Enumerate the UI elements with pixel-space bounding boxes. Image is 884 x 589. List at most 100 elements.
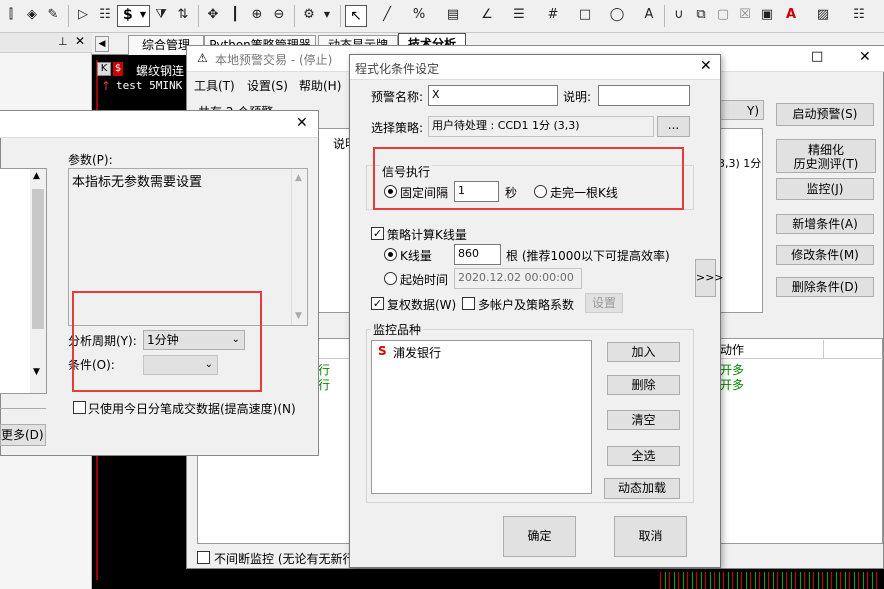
monitor-button[interactable]: 监控(J): [776, 178, 874, 200]
start-alert-button[interactable]: 启动预警(S): [776, 103, 874, 126]
vertical-bar-icon[interactable]: ┃: [226, 5, 244, 25]
lock-icon[interactable]: ▣: [758, 5, 776, 25]
gear-icon[interactable]: ⚙: [300, 5, 318, 25]
move-icon[interactable]: ✥: [204, 5, 222, 25]
chevron-down-icon[interactable]: ▼: [318, 5, 336, 25]
adjust-checkbox[interactable]: ✓: [371, 297, 384, 310]
kline-count-radio[interactable]: [384, 248, 397, 261]
menu-settings[interactable]: 设置(S): [247, 77, 288, 94]
close-icon[interactable]: ✕: [75, 34, 85, 48]
indicator-list[interactable]: ▲ ▼: [0, 168, 47, 394]
more-button[interactable]: 更多(D): [0, 424, 46, 446]
strategy-input[interactable]: 用户待处理 : CCD1 1分 (3,3): [428, 116, 654, 137]
start-time-radio[interactable]: [384, 272, 397, 285]
chart-bars-icon[interactable]: ⫿: [2, 5, 20, 25]
alert-icon[interactable]: ◈: [23, 5, 41, 25]
arrow-up-icon: ↑: [101, 79, 112, 93]
select-all-button[interactable]: 全选: [607, 446, 680, 466]
desc-input[interactable]: [598, 85, 690, 106]
calc-kline-checkbox[interactable]: ✓: [371, 227, 384, 240]
close-icon[interactable]: ✕: [859, 49, 871, 65]
kline-hint: 根 (推荐1000以下可提高效率): [506, 249, 670, 263]
filter-icon[interactable]: ⧩: [152, 5, 170, 25]
close-icon[interactable]: ✕: [700, 58, 712, 74]
chevron-down-icon[interactable]: ▼: [33, 367, 40, 377]
magnet-icon[interactable]: ∪: [670, 5, 688, 25]
toolbar-separator: [294, 5, 295, 27]
kline-count-input[interactable]: 860: [454, 244, 501, 265]
line-icon[interactable]: ╱: [378, 5, 396, 25]
browse-strategy-button[interactable]: ...: [657, 116, 690, 137]
scrollbar[interactable]: ▲ ▼: [30, 169, 46, 393]
delete-condition-button[interactable]: 删除条件(D): [776, 277, 874, 297]
play-icon[interactable]: ▷: [74, 5, 92, 25]
zoom-in-icon[interactable]: ⊕: [248, 5, 266, 25]
add-condition-button[interactable]: 新增条件(A): [776, 214, 874, 234]
tab-label: 综合管理: [141, 38, 190, 52]
chart-subtitle: test 5MINK: [116, 79, 183, 92]
rect-icon[interactable]: □: [576, 5, 594, 25]
settings-button[interactable]: 设置: [585, 293, 623, 313]
ok-button[interactable]: 确定: [503, 516, 576, 557]
tab-scroll-left-icon[interactable]: ◀: [95, 36, 109, 52]
maximize-icon[interactable]: □: [811, 49, 823, 64]
dynamic-load-button[interactable]: 动态加载: [604, 478, 680, 499]
chevron-down-icon[interactable]: ▼: [295, 311, 302, 321]
history-eval-button[interactable]: 精细化 历史测评(T): [776, 139, 876, 173]
dollar-icon: $: [123, 7, 133, 23]
chevron-up-icon[interactable]: ▲: [295, 173, 302, 183]
dollar-dropdown[interactable]: $ ▼: [117, 5, 150, 27]
copy-icon[interactable]: ⧉: [692, 5, 710, 25]
menu-help[interactable]: 帮助(H): [299, 77, 341, 94]
toolbar-separator: [340, 5, 341, 27]
menu-tools[interactable]: 工具(T): [194, 77, 235, 94]
clear-button[interactable]: 清空: [607, 410, 680, 430]
add-button[interactable]: 加入: [607, 342, 680, 362]
text-icon[interactable]: A: [640, 5, 658, 25]
percent-icon[interactable]: %: [410, 5, 428, 25]
doc-icon[interactable]: ☷: [96, 5, 114, 25]
monitor-group-label: 监控品种: [371, 321, 424, 338]
circle-icon[interactable]: ◯: [608, 5, 626, 25]
highlight-box-left: [72, 291, 262, 392]
zoom-out-icon[interactable]: ⊖: [270, 5, 288, 25]
font-color-icon[interactable]: A: [782, 5, 800, 25]
table-row-left: 行: [318, 378, 331, 392]
scrollbar[interactable]: ▲ ▼: [291, 169, 307, 325]
chevron-up-icon[interactable]: ▲: [33, 171, 40, 181]
grid-icon[interactable]: ▤: [444, 5, 462, 25]
close-icon[interactable]: ✕: [296, 115, 308, 131]
multi-account-checkbox[interactable]: [462, 297, 475, 310]
delete-button[interactable]: 删除: [607, 375, 680, 395]
save-icon[interactable]: ▨: [814, 5, 832, 25]
modify-condition-button[interactable]: 修改条件(M): [776, 245, 874, 265]
s-badge: $: [113, 62, 123, 76]
s-badge-text: $: [114, 63, 122, 74]
cursor-icon[interactable]: ↖: [345, 5, 367, 27]
start-time-input[interactable]: 2020.12.02 00:00:00: [454, 268, 582, 289]
edit-icon[interactable]: ✎: [44, 5, 62, 25]
table-row-action: 开多: [720, 378, 745, 392]
angle-icon[interactable]: ∠: [478, 5, 496, 25]
expand-button[interactable]: >>>: [695, 259, 724, 297]
scrollbar-thumb[interactable]: [32, 189, 44, 329]
alert-name-input[interactable]: X: [428, 85, 558, 106]
pin-icon[interactable]: ⊥: [58, 35, 68, 48]
only-today-label: 只使用今日分笔成交数据(提高速度)(N): [88, 402, 296, 416]
sort-icon[interactable]: ⇅: [174, 5, 192, 25]
continuous-monitor-checkbox[interactable]: [197, 551, 210, 564]
col-action-header: 动作: [720, 343, 745, 357]
condition-titlebar: 程式化条件设定 ✕: [350, 55, 720, 80]
col-divider: [823, 340, 824, 358]
hash-icon[interactable]: #: [544, 5, 562, 25]
only-today-checkbox[interactable]: [73, 401, 86, 414]
list-icon[interactable]: ☷: [850, 5, 868, 25]
monitor-list[interactable]: [371, 340, 592, 494]
trash-icon[interactable]: ☒: [736, 5, 754, 25]
fib-icon[interactable]: ☰: [510, 5, 528, 25]
delete-icon[interactable]: ▢: [714, 5, 732, 25]
toolbar-separator: [68, 5, 69, 27]
condition-title: 程式化条件设定: [355, 62, 440, 76]
cancel-button[interactable]: 取消: [614, 516, 687, 557]
monitor-item-name[interactable]: 浦发银行: [393, 344, 441, 361]
